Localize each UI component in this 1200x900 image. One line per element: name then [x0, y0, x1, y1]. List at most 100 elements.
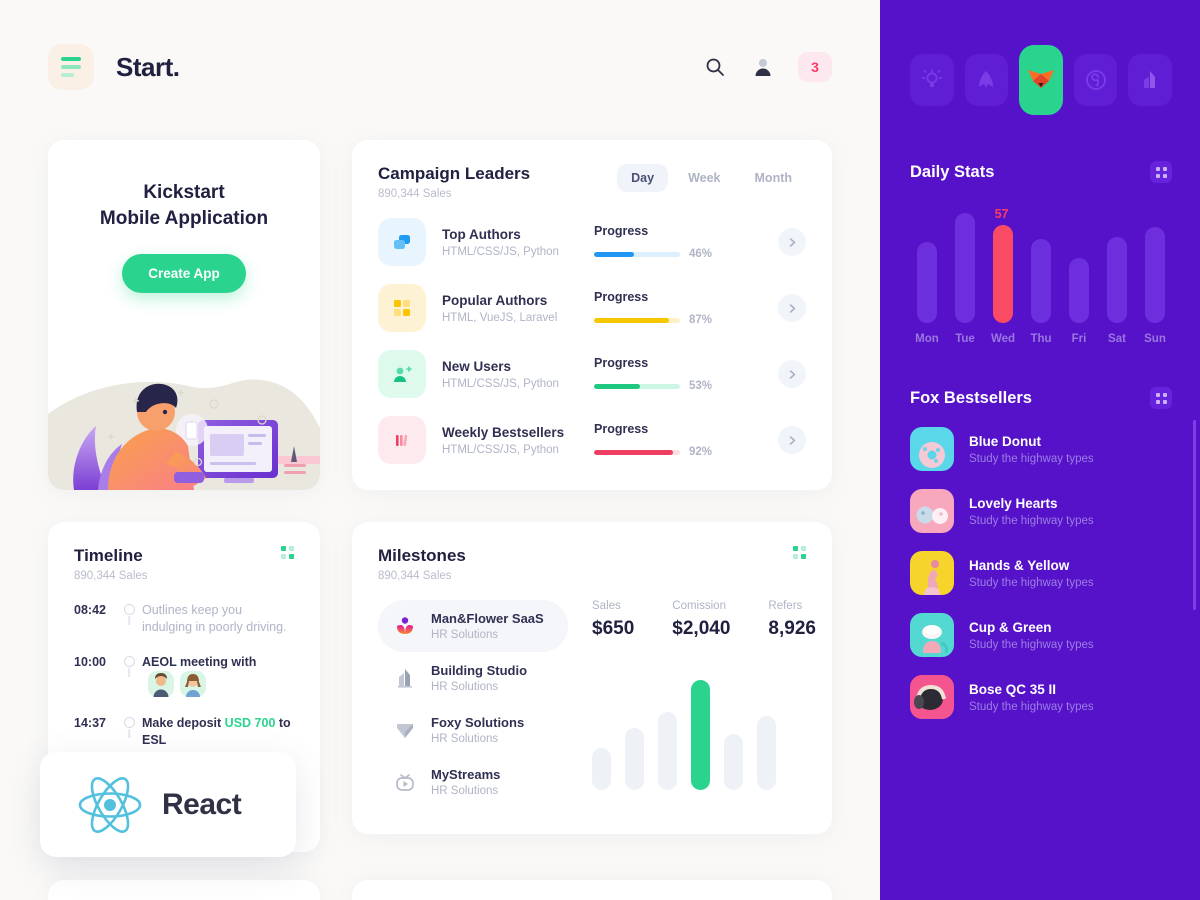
bestseller-name: Bose QC 35 II — [969, 681, 1057, 697]
milestones-header: Milestones 890,344 Sales — [378, 546, 806, 582]
milestone-name: Foxy Solutions — [431, 715, 525, 730]
milestone-sub: HR Solutions — [431, 785, 499, 797]
bottom-card-left[interactable] — [48, 880, 320, 900]
chat-icon — [378, 218, 426, 266]
react-badge-card[interactable]: React — [40, 752, 296, 857]
avatar — [148, 671, 174, 697]
campaign-row[interactable]: New Users HTML/CSS/JS, Python Progress 5… — [378, 350, 806, 398]
bar — [1107, 237, 1127, 323]
chevron-right-icon[interactable] — [778, 228, 806, 256]
nine-badge-icon[interactable] — [1073, 54, 1118, 106]
tv-icon — [392, 769, 418, 795]
building-icon — [392, 665, 418, 691]
bar — [658, 712, 677, 790]
lightbulb-icon[interactable] — [910, 54, 954, 106]
product-thumbnail — [910, 489, 954, 533]
campaign-row-name: New Users — [442, 358, 512, 374]
sidebar-scrollbar[interactable] — [1193, 420, 1196, 610]
timeline-subtitle: 890,344 Sales — [74, 570, 148, 582]
stat-sales: Sales $650 — [592, 600, 634, 640]
milestone-row[interactable]: Foxy Solutions HR Solutions — [378, 704, 568, 756]
bestseller-text: Hands & Yellow Study the highway types — [969, 558, 1094, 589]
timeline-text: Outlines keep you indulging in poorly dr… — [142, 603, 287, 634]
rocket-icon[interactable] — [964, 54, 1009, 106]
product-thumbnail — [910, 551, 954, 595]
milestone-name: MyStreams — [431, 767, 501, 782]
bar — [1031, 239, 1051, 323]
bestseller-name: Blue Donut — [969, 433, 1041, 449]
bestseller-item[interactable]: Bose QC 35 II Study the highway types — [910, 675, 1172, 719]
stat-refers: Refers 8,926 — [768, 600, 816, 640]
bestseller-sub: Study the highway types — [969, 700, 1094, 713]
progress-bar — [594, 383, 680, 389]
campaign-row-meta: HTML/CSS/JS, Python — [442, 443, 559, 456]
campaign-row[interactable]: Weekly Bestsellers HTML/CSS/JS, Python P… — [378, 416, 806, 464]
timeline-time: 08:42 — [74, 603, 106, 617]
timeline-title: Timeline — [74, 546, 143, 565]
stat-comission: Comission $2,040 — [672, 600, 730, 640]
bottom-cards-peek — [48, 880, 832, 900]
bestseller-item[interactable]: Lovely Hearts Study the highway types — [910, 489, 1172, 533]
range-day[interactable]: Day — [617, 164, 669, 192]
user-icon[interactable] — [750, 54, 776, 80]
daily-bar-column: Fri — [1062, 257, 1096, 345]
progress-label: Progress — [594, 422, 649, 436]
grid-dots-icon[interactable] — [281, 546, 294, 559]
chevron-right-icon[interactable] — [778, 294, 806, 322]
milestones-title: Milestones — [378, 546, 466, 565]
bestseller-item[interactable]: Hands & Yellow Study the highway types — [910, 551, 1172, 595]
stat-value: 8,926 — [768, 618, 816, 639]
campaign-row-meta: HTML, VueJS, Laravel — [442, 311, 558, 324]
campaign-row[interactable]: Top Authors HTML/CSS/JS, Python Progress… — [378, 218, 806, 266]
daily-bar-column: Tue — [948, 213, 982, 345]
axis-tick-label: Tue — [955, 333, 975, 345]
progress-bar — [594, 449, 680, 455]
search-icon[interactable] — [702, 54, 728, 80]
bestsellers-title: Fox Bestsellers — [910, 388, 1032, 407]
callout-value: 57 — [994, 207, 1009, 222]
milestones-body: Man&Flower SaaS HR Solutions Building St… — [378, 600, 816, 808]
callout-line — [1003, 225, 1005, 248]
timeline-item: 08:42 Outlines keep you indulging in poo… — [74, 602, 294, 654]
bar — [691, 680, 710, 790]
milestone-row[interactable]: MyStreams HR Solutions — [378, 756, 568, 808]
building-icon[interactable] — [1128, 54, 1172, 106]
hamburger-icon[interactable] — [48, 44, 94, 90]
timeline-time: 14:37 — [74, 716, 106, 730]
range-week[interactable]: Week — [674, 164, 734, 192]
campaign-row-name: Weekly Bestsellers — [442, 424, 565, 440]
create-app-button[interactable]: Create App — [122, 254, 246, 293]
bestseller-name: Hands & Yellow — [969, 557, 1070, 573]
bestseller-item[interactable]: Blue Donut Study the highway types — [910, 427, 1172, 471]
axis-tick-label: Mon — [915, 333, 939, 345]
bestsellers-header: Fox Bestsellers — [910, 387, 1172, 409]
bottom-card-right[interactable] — [352, 880, 832, 900]
bestsellers-section: Fox Bestsellers Blue Donut Study the high… — [910, 387, 1172, 719]
kickstart-card: Kickstart Mobile Application Create App — [48, 140, 320, 490]
notification-badge[interactable]: 3 — [798, 52, 832, 82]
axis-tick-label: Sat — [1108, 333, 1126, 345]
daily-bar-column: Sat — [1100, 237, 1134, 345]
chevron-right-icon[interactable] — [778, 426, 806, 454]
bestseller-sub: Study the highway types — [969, 638, 1094, 651]
milestone-row[interactable]: Man&Flower SaaS HR Solutions — [378, 600, 568, 652]
product-thumbnail — [910, 427, 954, 471]
bestseller-text: Lovely Hearts Study the highway types — [969, 496, 1094, 527]
bestseller-item[interactable]: Cup & Green Study the highway types — [910, 613, 1172, 657]
flower-icon — [392, 613, 418, 639]
avatar — [180, 671, 206, 697]
gitlab-fox-icon[interactable] — [1019, 45, 1063, 115]
milestone-name: Man&Flower SaaS — [431, 611, 544, 626]
timeline-text-wrap: AEOL meeting with — [142, 654, 294, 697]
chevron-right-icon[interactable] — [778, 360, 806, 388]
kickstart-title-line1: Kickstart — [143, 182, 225, 203]
grid-dots-icon[interactable] — [1150, 161, 1172, 183]
grid-dots-icon[interactable] — [1150, 387, 1172, 409]
milestone-row[interactable]: Building Studio HR Solutions — [378, 652, 568, 704]
range-month[interactable]: Month — [741, 164, 806, 192]
chevron-badge-icon — [392, 717, 418, 743]
bar — [917, 242, 937, 323]
grid-dots-icon[interactable] — [793, 546, 806, 559]
right-sidebar: Daily Stats Mon Tue Wed Thu Fri Sat Sun 57 Fox … — [880, 0, 1200, 900]
campaign-row[interactable]: Popular Authors HTML, VueJS, Laravel Pro… — [378, 284, 806, 332]
